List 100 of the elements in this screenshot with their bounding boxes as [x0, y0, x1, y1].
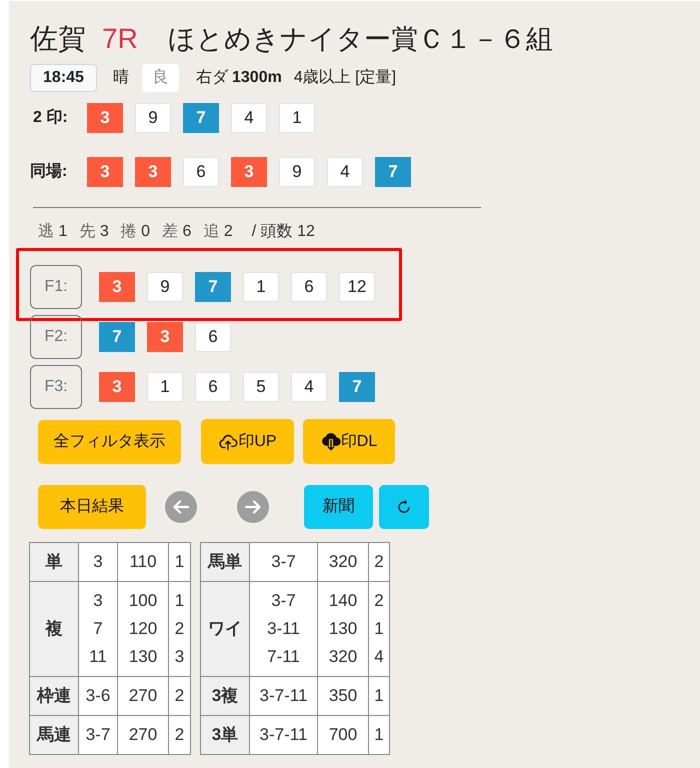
horse-number: 4 [327, 157, 363, 187]
combination: 3 [93, 551, 103, 573]
running-style-count: 追 2 [203, 222, 233, 242]
bet-type-header: 枠連 [30, 676, 78, 716]
field-size: / 頭数 12 [252, 222, 315, 242]
course-type: 右ダ [196, 68, 228, 88]
results-button[interactable]: 本日結果 [38, 485, 146, 529]
combination: 3-7-11 [260, 685, 308, 707]
bet-type-header: 3複 [200, 676, 250, 716]
refresh-icon [396, 499, 412, 515]
weather: 晴 [113, 68, 129, 88]
race-conditions: 4歳以上 [定量] [294, 68, 396, 88]
filter-button[interactable]: F3: [30, 365, 82, 409]
horse-number: 9 [279, 157, 315, 187]
show-all-filters-button[interactable]: 全フィルタ表示 [38, 420, 181, 464]
horse-number: 6 [195, 322, 231, 352]
combination: 7 [93, 618, 103, 640]
cloud-upload-icon [218, 432, 238, 450]
race-name: ほとめきナイター賞Ｃ１－６組 [168, 23, 553, 56]
payout-amount: 100 [128, 590, 158, 612]
popularity-rank: 3 [174, 646, 184, 668]
popularity-rank: 1 [374, 685, 384, 707]
popularity-rank: 2 [374, 551, 384, 573]
payout-amount: 270 [128, 685, 158, 707]
newspaper-button[interactable]: 新聞 [304, 485, 373, 529]
payout-amount: 130 [128, 646, 158, 668]
filter-button[interactable]: F2: [30, 315, 82, 359]
payout-amount: 120 [128, 618, 158, 640]
payout-amount: 140 [328, 590, 358, 612]
combination: 3-11 [267, 618, 300, 640]
payout-amount: 320 [328, 646, 358, 668]
popularity-rank: 1 [374, 724, 384, 746]
horse-number: 12 [339, 272, 375, 302]
combination: 3-7 [271, 590, 296, 612]
payout-amount: 350 [328, 685, 358, 707]
horse-number: 6 [291, 272, 327, 302]
filter-button[interactable]: F1: [30, 265, 82, 309]
popularity-rank: 4 [374, 646, 384, 668]
payout-amount: 320 [328, 551, 358, 573]
combination: 3 [93, 590, 103, 612]
horse-number: 5 [243, 372, 279, 402]
cloud-download-icon [320, 432, 341, 451]
bet-type-header: 馬単 [200, 542, 250, 582]
popularity-rank: 2 [174, 724, 184, 746]
horse-number: 3 [135, 157, 171, 187]
running-style-count: 逃 1 [38, 222, 68, 242]
bet-type-header: 単 [30, 542, 78, 582]
popularity-rank: 2 [374, 590, 384, 612]
race-number: 7R [102, 22, 138, 56]
horse-number: 1 [243, 272, 279, 302]
horse-number: 9 [147, 272, 183, 302]
next-race-button[interactable] [237, 491, 269, 523]
horse-number: 1 [147, 372, 183, 402]
running-style-count: 先 3 [79, 222, 109, 242]
previous-race-button[interactable] [165, 491, 197, 523]
popularity-rank: 1 [174, 551, 184, 573]
horse-number: 3 [87, 157, 123, 187]
combination: 3-7 [271, 551, 296, 573]
horse-number: 7 [195, 272, 231, 302]
horse-number: 3 [231, 157, 267, 187]
horse-number: 4 [231, 103, 267, 133]
bet-type-header: 複 [30, 582, 78, 676]
bet-type-header: 3単 [200, 716, 250, 754]
combination: 7-11 [267, 646, 300, 668]
horse-number: 6 [195, 372, 231, 402]
payout-amount: 130 [328, 618, 358, 640]
combination: 11 [89, 646, 107, 668]
payout-amount: 700 [328, 724, 358, 746]
horse-number: 6 [183, 157, 219, 187]
payout-amount: 110 [129, 551, 157, 573]
download-marks-button[interactable]: 印DL [303, 419, 395, 464]
running-style-count: 差 6 [162, 222, 192, 242]
horse-number: 3 [99, 272, 135, 302]
horse-number: 3 [87, 103, 123, 133]
horse-number: 3 [147, 322, 183, 352]
bet-type-header: ワイ [200, 582, 250, 676]
combination: 3-7-11 [260, 724, 308, 746]
refresh-button[interactable] [379, 485, 429, 529]
horse-number: 3 [99, 372, 135, 402]
payout-amount: 270 [128, 724, 158, 746]
combination: 3-7 [86, 724, 110, 746]
horse-number: 7 [339, 372, 375, 402]
horse-number: 9 [135, 103, 171, 133]
popularity-rank: 1 [374, 618, 384, 640]
popularity-rank: 2 [174, 618, 184, 640]
post-time: 18:45 [30, 64, 97, 92]
row-label: 2 印: [32, 108, 69, 128]
venue-name: 佐賀 [30, 22, 86, 56]
track-condition: 良 [142, 64, 179, 92]
combination: 3-6 [86, 685, 110, 707]
row-label: 同場: [30, 162, 68, 182]
horse-number: 4 [291, 372, 327, 402]
horse-number: 1 [279, 103, 315, 133]
popularity-rank: 2 [174, 685, 184, 707]
horse-number: 7 [375, 157, 411, 187]
running-style-count: 捲 0 [120, 222, 150, 242]
upload-marks-button[interactable]: 印UP [201, 419, 294, 464]
horse-number: 7 [99, 322, 135, 352]
popularity-rank: 1 [174, 590, 184, 612]
horse-number: 7 [183, 103, 219, 133]
